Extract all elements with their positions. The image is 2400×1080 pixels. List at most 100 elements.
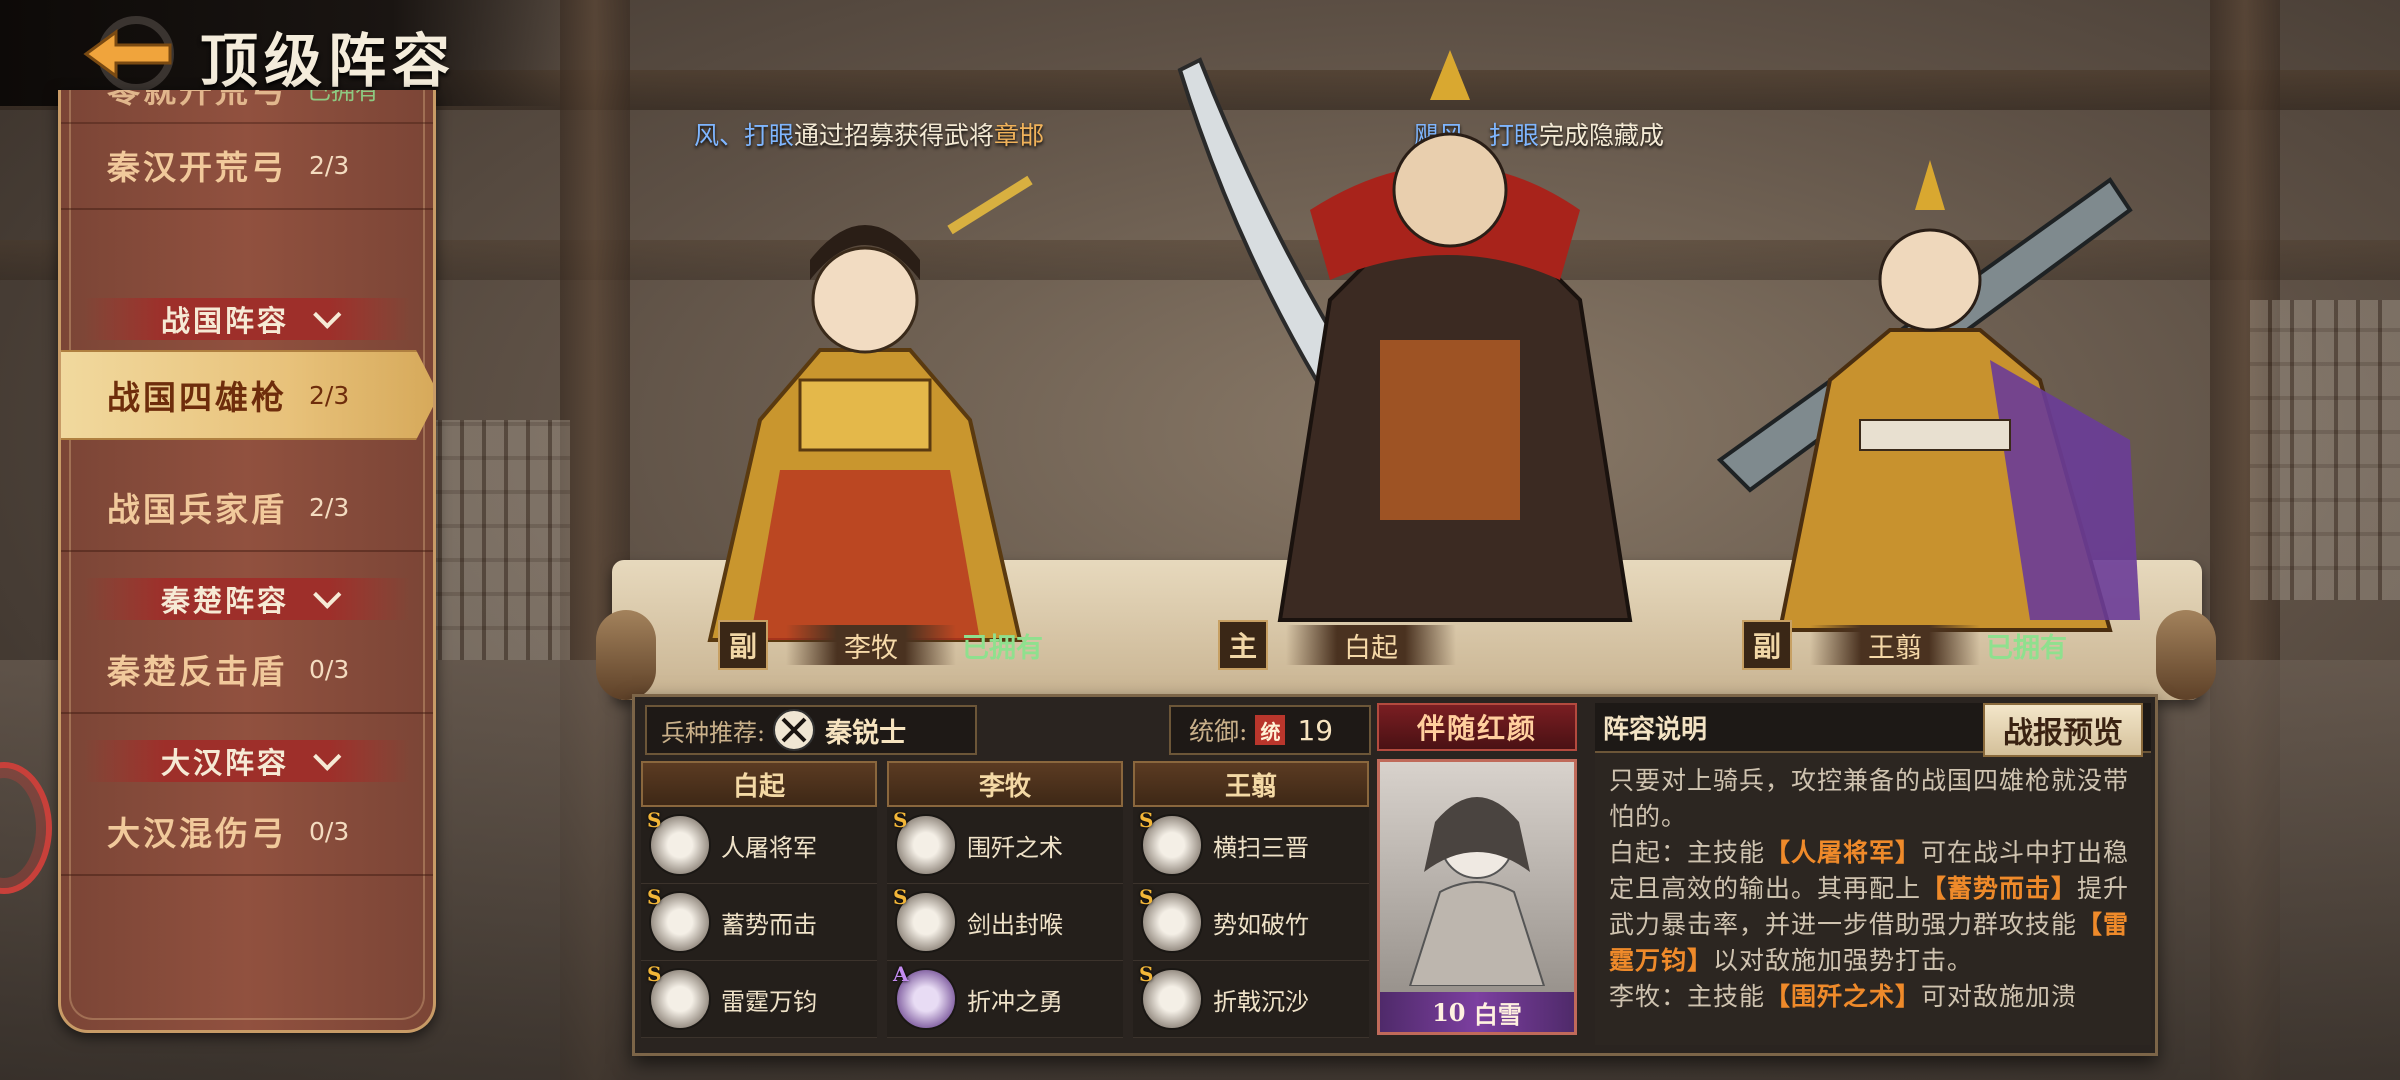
lineup-item[interactable]: 战国兵家盾 2/3 [61, 464, 433, 552]
sword-icon: S [893, 885, 957, 953]
lineup-item[interactable]: 秦汉开荒弓 2/3 [61, 122, 433, 210]
description-paragraph: 李牧：主技能【围歼之术】可对敌施加溃 [1609, 979, 2141, 1015]
player-name: 风、打眼 [694, 121, 795, 150]
command-stat: 统御: 统 19 [1169, 705, 1371, 755]
crossed-blades-icon: A [893, 962, 957, 1030]
blade-icon: S [647, 885, 711, 953]
command-label: 统御: [1189, 717, 1248, 746]
battle-report-preview-button[interactable]: 战报预览 [1983, 703, 2143, 757]
back-arrow-icon [83, 16, 174, 92]
skill-column: 李牧 S 围歼之术 S 剑出封喉 A 折冲之勇 [887, 761, 1123, 1038]
column-hero-name: 王翦 [1133, 761, 1369, 807]
crossed-swords-icon [773, 709, 816, 751]
lineup-item[interactable]: 大汉混伤弓 0/3 [61, 788, 433, 876]
group-label: 秦楚阵容 [160, 584, 289, 618]
lineup-name: 战国兵家盾 [107, 490, 287, 529]
skill-grade: S [1139, 808, 1154, 832]
skill-name: 剑出封喉 [967, 910, 1063, 939]
description-segment: 以对敌施加强势打击。 [1713, 946, 1974, 975]
companion-portrait[interactable]: 10 白雪 [1377, 759, 1577, 1035]
hero-plate-left: 副 李牧 已拥有 [718, 620, 1043, 670]
crossed-blades-icon: S [1139, 962, 1203, 1030]
lineup-item[interactable]: 秦楚反击盾 0/3 [61, 626, 433, 714]
blade-icon: S [1139, 885, 1203, 953]
companion-title: 伴随红颜 [1377, 703, 1577, 751]
role-badge: 副 [718, 620, 768, 670]
description-paragraph: 只要对上骑兵，攻控兼备的战国四雄枪就没带怕的。 [1609, 763, 2141, 835]
chevron-down-icon [313, 742, 342, 771]
group-header-warring-states[interactable]: 战国阵容 [83, 298, 411, 340]
lineup-item[interactable]: 零就开荒弓 已拥有 [61, 90, 433, 124]
description-text[interactable]: 只要对上骑兵，攻控兼备的战国四雄枪就没带怕的。 白起：主技能【人屠将军】可在战斗中… [1595, 753, 2151, 1039]
lineup-count: 2/3 [309, 492, 350, 522]
skill-name: 蓄势而击 [721, 910, 817, 939]
description-segment: 只要对上骑兵，攻控兼备的战国四雄枪就没带怕的。 [1609, 766, 2130, 831]
lineup-name: 战国四雄枪 [107, 378, 287, 417]
panel-border [69, 90, 425, 1020]
skill-name: 势如破竹 [1213, 910, 1309, 939]
skill-name: 人屠将军 [721, 833, 817, 862]
hero-portrait-limu[interactable] [650, 170, 1090, 660]
page-title: 顶级阵容 [200, 27, 457, 95]
companion-name: 白雪 [1473, 999, 1522, 1029]
skill-item[interactable]: S 蓄势而击 [641, 884, 877, 961]
skill-grade: A [893, 962, 909, 986]
lineup-item-selected[interactable]: 战国四雄枪 2/3 [61, 350, 433, 440]
skill-name: 围歼之术 [967, 833, 1063, 862]
skill-item[interactable]: S 势如破竹 [1133, 884, 1369, 961]
back-button[interactable] [78, 14, 178, 94]
skill-name: 雷霆万钧 [721, 987, 817, 1016]
scroll-rod [596, 610, 656, 700]
companion-level: 10 [1432, 997, 1466, 1027]
skill-item[interactable]: A 折冲之勇 [887, 961, 1123, 1038]
companion-info: 10 白雪 [1380, 992, 1574, 1032]
role-badge: 副 [1742, 620, 1792, 670]
description-title: 阵容说明 [1603, 714, 1708, 745]
description-panel: 阵容说明 战报预览 只要对上骑兵，攻控兼备的战国四雄枪就没带怕的。 白起：主技能【… [1595, 703, 2151, 1045]
hero-portrait-baiqi[interactable] [1160, 40, 1680, 630]
column-hero-name: 白起 [641, 761, 877, 807]
skill-item[interactable]: S 围歼之术 [887, 807, 1123, 884]
hero-name-highlight: 章邯 [994, 121, 1045, 150]
skill-grade: S [647, 808, 662, 832]
group-label: 大汉阵容 [160, 746, 289, 780]
lattice-window [2250, 300, 2400, 600]
description-segment: 李牧：主技能 [1609, 982, 1766, 1011]
description-segment: 白起：主技能 [1609, 838, 1766, 867]
crossed-blades-icon: S [647, 962, 711, 1030]
skill-item[interactable]: S 雷霆万钧 [641, 961, 877, 1038]
skill-item[interactable]: S 横扫三晋 [1133, 807, 1369, 884]
lineup-count: 0/3 [309, 654, 350, 684]
skill-highlight: 【人屠将军】 [1765, 838, 1922, 867]
command-value: 19 [1297, 713, 1334, 747]
hero-plate-right: 副 王翦 已拥有 [1742, 620, 2067, 670]
skill-grade: S [647, 885, 662, 909]
chevron-down-icon [313, 300, 342, 329]
skill-item[interactable]: S 剑出封喉 [887, 884, 1123, 961]
lineup-name: 秦楚反击盾 [107, 652, 287, 691]
lineup-count: 2/3 [309, 380, 350, 410]
skill-item[interactable]: S 人屠将军 [641, 807, 877, 884]
skill-grade: S [893, 885, 908, 909]
hero-name: 白起 [1286, 625, 1456, 665]
description-segment: 可对敌施加溃 [1921, 982, 2078, 1011]
swirl-icon: S [893, 808, 957, 876]
skill-grade: S [1139, 962, 1154, 986]
group-header-qin-chu[interactable]: 秦楚阵容 [83, 578, 411, 620]
command-badge: 统 [1255, 715, 1286, 745]
description-paragraph: 白起：主技能【人屠将军】可在战斗中打出稳定且高效的输出。其再配上【蓄势而击】提升… [1609, 835, 2141, 979]
skill-item[interactable]: S 折戟沉沙 [1133, 961, 1369, 1038]
owned-label: 已拥有 [307, 90, 379, 105]
role-badge: 主 [1218, 620, 1268, 670]
eye-icon: S [647, 808, 711, 876]
marquee-left: 风、打眼通过招募获得武将章邯 [694, 116, 1044, 152]
hero-name: 王翦 [1810, 625, 1980, 665]
skill-name: 横扫三晋 [1213, 833, 1309, 862]
skill-highlight: 【蓄势而击】 [1921, 874, 2078, 903]
hero-portrait-wangjian[interactable] [1690, 140, 2160, 640]
skill-grade: S [647, 962, 662, 986]
troop-recommendation: 兵种推荐: 秦锐士 [645, 705, 977, 755]
skill-grade: S [893, 808, 908, 832]
lineup-name: 秦汉开荒弓 [107, 148, 287, 187]
group-header-han[interactable]: 大汉阵容 [83, 740, 411, 782]
